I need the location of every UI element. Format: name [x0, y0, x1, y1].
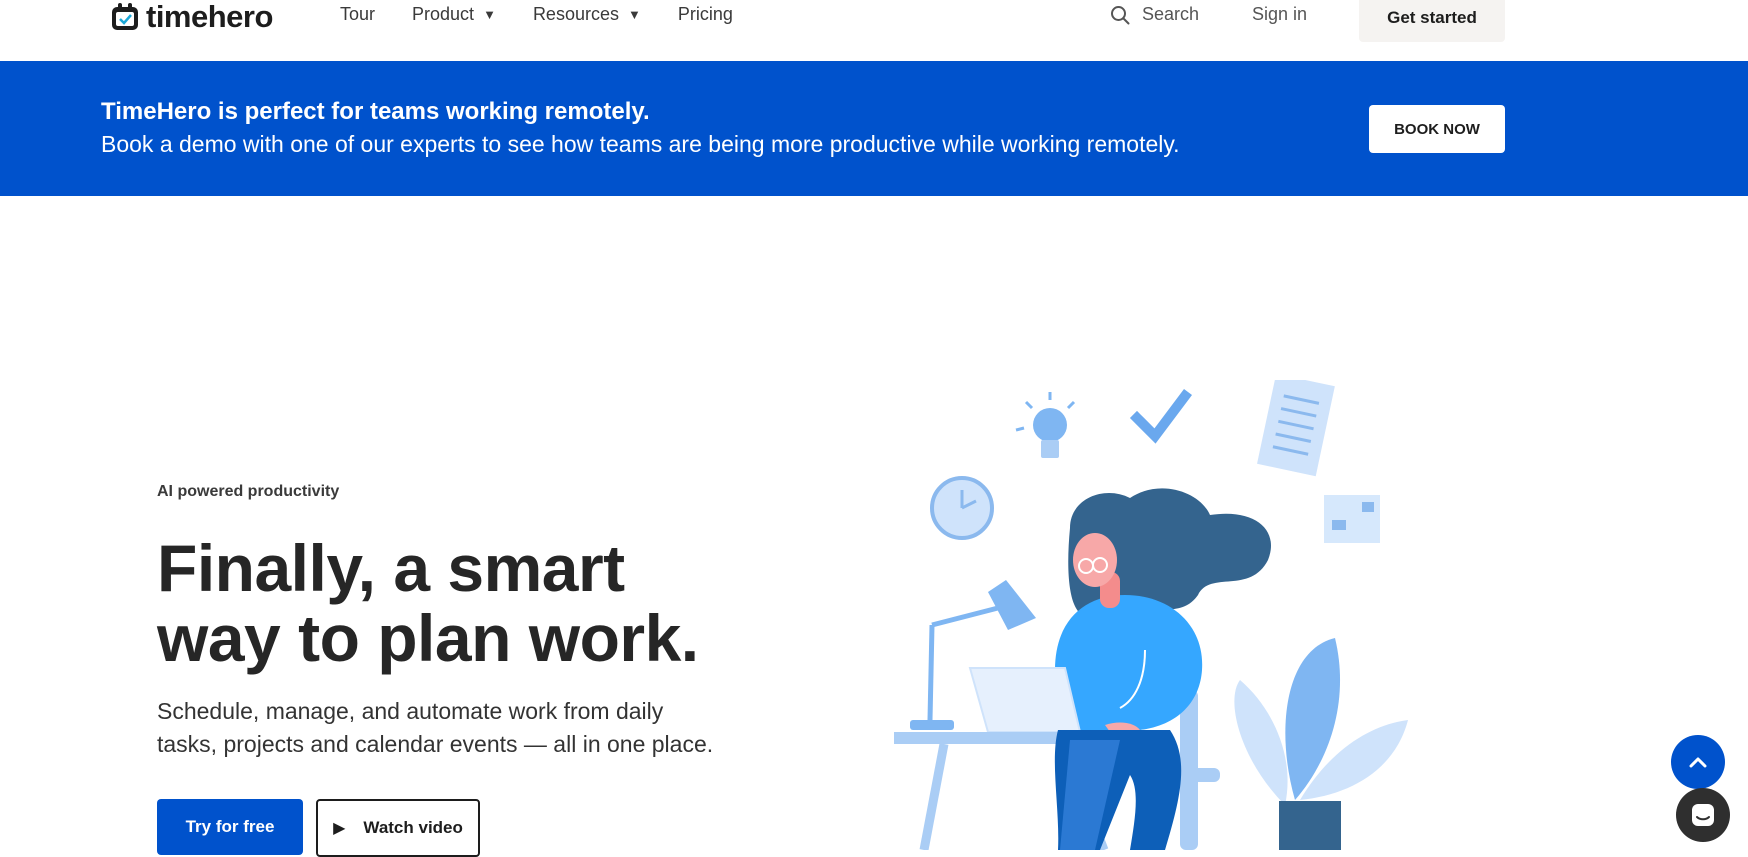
nav-tour[interactable]: Tour [340, 4, 375, 25]
nav-resources[interactable]: Resources ▼ [533, 4, 641, 25]
logo-icon [112, 3, 138, 30]
watch-video-button[interactable]: ▶ Watch video [316, 799, 480, 857]
chat-icon [1692, 804, 1714, 826]
logo-text: timehero [146, 0, 273, 34]
chevron-up-icon [1689, 757, 1707, 768]
banner-text: Book a demo with one of our experts to s… [101, 131, 1180, 157]
get-started-button[interactable]: Get started [1359, 0, 1505, 42]
nav-pricing-label: Pricing [677, 4, 733, 24]
clock-illustration [930, 476, 994, 540]
subtext-line-1: Schedule, manage, and automate work from… [157, 698, 664, 724]
search-icon [1111, 5, 1130, 24]
nav-tour-label: Tour [340, 4, 376, 24]
hero-subtext: Schedule, manage, and automate work from… [157, 695, 757, 761]
check-illustration [1129, 389, 1192, 444]
chat-launcher-button[interactable] [1676, 788, 1730, 842]
book-now-button[interactable]: BOOK NOW [1369, 105, 1505, 153]
hero-eyebrow: AI powered productivity [157, 483, 340, 500]
hero-illustration [894, 380, 1408, 850]
headline-line-1: Finally, a smart [157, 531, 625, 605]
site-header: timehero Tour Product ▼ Resources ▼ Pric… [0, 0, 1748, 62]
signin-link[interactable]: Sign in [1252, 4, 1307, 25]
caret-down-icon: ▼ [483, 7, 496, 22]
headline-line-2: way to plan work. [157, 601, 699, 675]
logo[interactable]: timehero [110, 0, 273, 34]
scroll-to-top-button[interactable] [1671, 735, 1725, 789]
envelope-illustration [1324, 495, 1380, 543]
nav-resources-label: Resources [532, 4, 619, 24]
nav-product-label: Product [412, 4, 475, 24]
plant-illustration [1234, 638, 1408, 850]
hero-headline: Finally, a smart way to plan work. [157, 533, 777, 673]
laptop-illustration [968, 667, 1082, 733]
banner-title: TimeHero is perfect for teams working re… [101, 98, 650, 125]
document-illustration [1257, 380, 1335, 477]
watch-video-label: Watch video [363, 818, 463, 837]
try-for-free-button[interactable]: Try for free [157, 799, 303, 855]
caret-down-icon: ▼ [627, 7, 641, 22]
nav-pricing[interactable]: Pricing [678, 4, 733, 25]
search-label: Search [1142, 4, 1200, 24]
lightbulb-illustration [1015, 392, 1076, 458]
body-illustration [1053, 595, 1203, 730]
search-button[interactable]: Search [1110, 4, 1199, 25]
subtext-line-2: tasks, projects and calendar events — al… [157, 731, 714, 757]
nav-product[interactable]: Product ▼ [412, 4, 496, 25]
main-nav: Tour Product ▼ Resources ▼ Pricing [340, 4, 770, 25]
play-icon: ▶ [333, 820, 346, 837]
remote-banner: TimeHero is perfect for teams working re… [0, 61, 1748, 196]
